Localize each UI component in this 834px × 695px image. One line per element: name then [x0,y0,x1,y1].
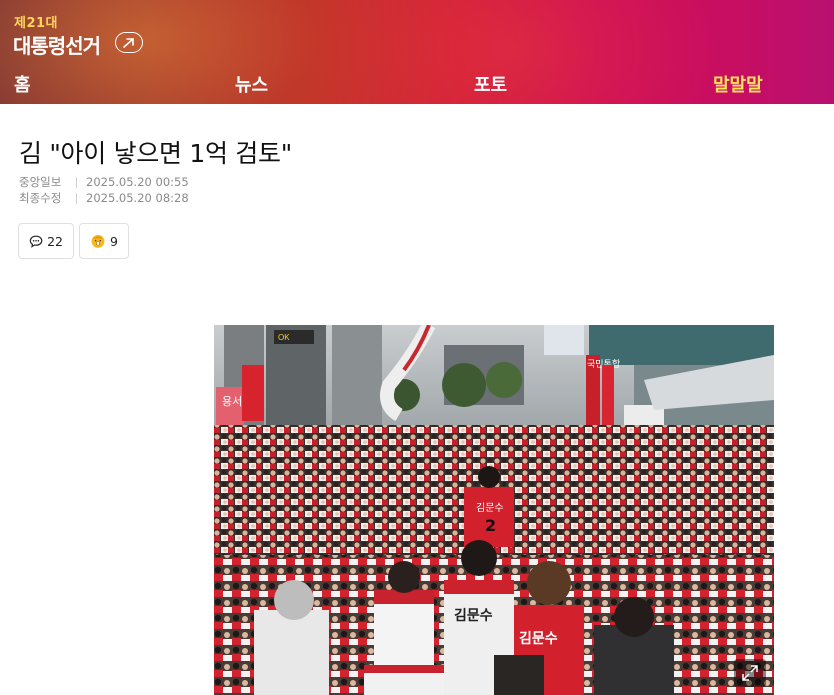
modified-label: 최종수정 [19,191,62,205]
shirt-label-back: 김문수 [454,607,493,624]
reaction-button[interactable]: 9 [79,223,129,259]
article-headline: 김 "아이 낳으면 1억 검토" [19,139,292,168]
meta-divider [76,176,77,188]
shirt-label-right: 김문수 [519,630,558,647]
shirt-number: 2 [485,516,496,535]
comment-button[interactable]: 22 [18,223,74,259]
svg-text:OK: OK [278,333,290,342]
election-title[interactable]: 대통령선거 [13,30,101,59]
election-header: 제21대 대통령선거 홈 뉴스 포토 말말말 [0,0,834,104]
nav-news[interactable]: 뉴스 [235,71,268,97]
arrow-link-icon[interactable] [115,32,143,53]
published-date: 2025.05.20 00:55 [86,175,189,189]
election-edition[interactable]: 제21대 [14,12,58,31]
comment-count: 22 [47,233,63,249]
rally-photo-illustration: OK 용서는 국민통합 김문수 2 [214,325,774,695]
nav-home[interactable]: 홈 [14,71,31,97]
campaign-rally-photo[interactable]: OK 용서는 국민통합 김문수 2 [214,325,774,695]
shirt-label-center: 김문수 [476,502,504,514]
source-label[interactable]: 중앙일보 [19,174,76,190]
comment-icon [29,235,43,248]
expand-photo-button[interactable] [734,659,766,687]
reaction-count: 9 [110,233,118,249]
nav-quotes[interactable]: 말말말 [713,71,763,97]
reaction-emoji-icon [91,234,105,248]
meta-divider [76,192,77,204]
header-glow-2 [300,0,720,104]
modified-row: 최종수정 2025.05.20 08:28 [19,190,189,206]
modified-date: 2025.05.20 08:28 [86,191,189,205]
published-row: 중앙일보 2025.05.20 00:55 [19,174,189,190]
expand-icon [742,665,758,681]
nav-photo[interactable]: 포토 [474,71,507,97]
